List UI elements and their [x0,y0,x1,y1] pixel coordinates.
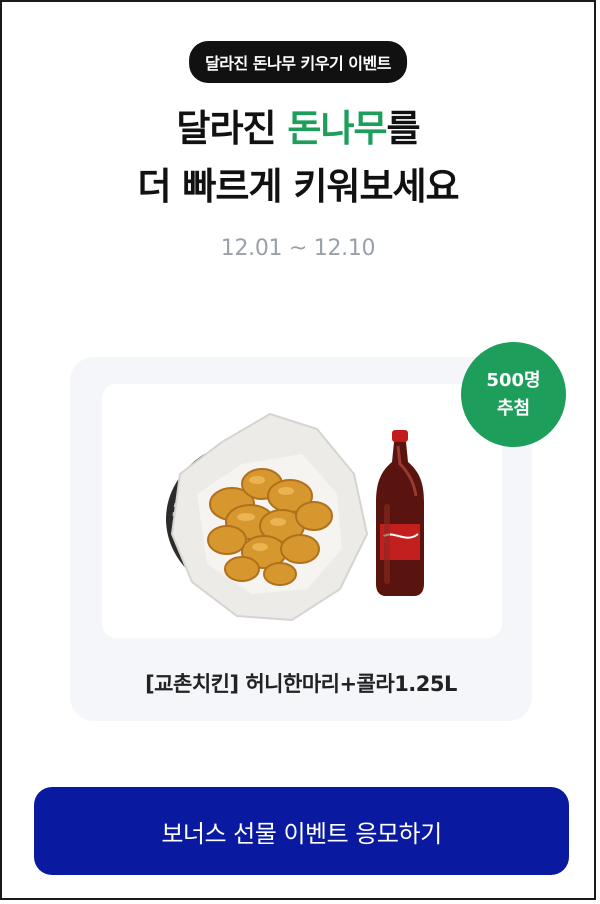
badge-label: 추첨 [496,397,531,419]
headline-line-2: 더 빠르게 키워보세요 [137,165,459,208]
winner-count-badge: 500명 추첨 [461,342,566,447]
fried-chicken-and-cola-image [166,412,424,622]
apply-bonus-event-button[interactable]: 보너스 선물 이벤트 응모하기 [34,787,569,875]
headline-suffix: 를 [386,107,421,150]
event-headline: 달라진 돈나무를 더 빠르게 키워보세요 [2,100,594,216]
prize-name: [교촌치킨] 허니한마리+콜라1.25L [145,672,457,696]
event-period: 12.01 ~ 12.10 [220,236,376,261]
headline-line-1: 달라진 돈나무를 [2,100,594,158]
badge-count: 500명 [486,369,541,391]
prize-card: [교촌치킨] 허니한마리+콜라1.25L [70,357,532,721]
event-title-pill: 달라진 돈나무 키우기 이벤트 [189,41,407,83]
headline-accent: 돈나무 [287,107,387,150]
prize-image [102,384,502,638]
headline-text: 달라진 [176,107,288,150]
event-screen: 달라진 돈나무 키우기 이벤트 달라진 돈나무를 더 빠르게 키워보세요 12.… [0,0,596,900]
